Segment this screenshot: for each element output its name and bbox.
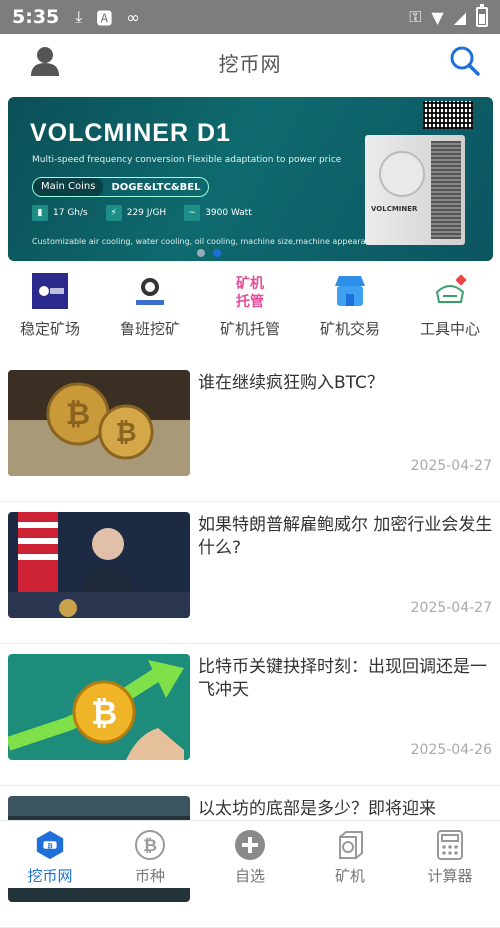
- key-icon: ⚿: [409, 7, 422, 26]
- user-avatar-icon[interactable]: [28, 44, 62, 78]
- news-thumbnail: ₿: [8, 654, 190, 760]
- pager-dot-active[interactable]: [213, 249, 221, 257]
- signal-icon: ◢: [453, 7, 466, 27]
- banner-specs: ▮ 17 Gh/s ⚡ 229 J/GH ~ 3900 Watt: [32, 205, 252, 221]
- spec-hashrate-value: 17 Gh/s: [53, 208, 88, 218]
- app-bar: 挖币网: [0, 34, 500, 90]
- banner-pager[interactable]: [197, 249, 221, 257]
- mining-chip-icon: ₿: [34, 829, 66, 861]
- news-title: 如果特朗普解雇鲍威尔 加密行业会发生什么?: [198, 515, 493, 558]
- shortcut-trade[interactable]: 矿机交易: [302, 272, 398, 344]
- shortcut-label: 工具中心: [419, 320, 480, 338]
- tab-watchlist[interactable]: 自选: [205, 821, 295, 888]
- banner-coins: Main Coins DOGE&LTC&BEL: [32, 177, 210, 197]
- app-title: 挖币网: [218, 51, 282, 76]
- mining-farm-logo-icon: [31, 272, 69, 310]
- wifi-icon: ▼: [431, 7, 444, 27]
- svg-text:₿: ₿: [143, 836, 157, 856]
- tab-label: 自选: [234, 867, 265, 885]
- miner-box-icon: [334, 829, 366, 861]
- shortcut-hosting[interactable]: 矿机 托管 矿机托管: [202, 272, 298, 344]
- bitcoin-icon: ₿: [134, 829, 166, 861]
- news-date: 2025-04-27: [410, 600, 492, 616]
- tab-home[interactable]: ₿ 挖币网: [5, 821, 95, 888]
- link-icon: ∞: [126, 7, 140, 27]
- miner-grill: [431, 141, 461, 239]
- miner-brand: VOLCMINER: [371, 205, 418, 213]
- shortcut-grid: 稳定矿场 鲁班挖矿 矿机 托管 矿机托管 矿机交易 工具中心: [0, 272, 500, 344]
- luban-mining-logo-icon: [131, 272, 169, 310]
- qr-code-icon: [423, 101, 473, 129]
- news-thumbnail: [8, 512, 190, 618]
- spec-power: ~ 3900 Watt: [184, 205, 252, 221]
- shortcut-label: 稳定矿场: [19, 320, 80, 338]
- shortcut-luban-mining[interactable]: 鲁班挖矿: [102, 272, 198, 344]
- svg-text:₿: ₿: [115, 418, 136, 448]
- hosting-icon: 矿机 托管: [231, 272, 269, 310]
- svg-text:托管: 托管: [236, 293, 264, 310]
- shortcut-label: 鲁班挖矿: [119, 320, 180, 338]
- add-circle-icon: [234, 829, 266, 861]
- chart-icon: ▮: [32, 205, 48, 221]
- calculator-icon: [434, 829, 466, 861]
- tab-label: 矿机: [334, 867, 365, 885]
- news-item[interactable]: 如果特朗普解雇鲍威尔 加密行业会发生什么? 2025-04-27: [0, 502, 500, 644]
- fan-icon: [379, 151, 425, 197]
- pulse-icon: ~: [184, 205, 201, 221]
- news-item[interactable]: ₿ 比特币关键抉择时刻：出现回调还是一飞冲天 2025-04-26: [0, 644, 500, 786]
- tools-icon: [431, 272, 469, 310]
- tab-label: 币种: [134, 867, 165, 885]
- shortcut-stable-farm[interactable]: 稳定矿场: [2, 272, 98, 344]
- font-icon: 🅰: [96, 9, 113, 28]
- svg-text:₿: ₿: [47, 842, 53, 850]
- tab-label: 挖币网: [27, 867, 73, 885]
- news-item[interactable]: ₿ ₿ 谁在继续疯狂购入BTC？ 2025-04-27: [0, 360, 500, 502]
- shortcut-label: 矿机交易: [319, 320, 380, 338]
- coins-value: DOGE&LTC&BEL: [111, 181, 201, 193]
- search-icon[interactable]: [448, 44, 482, 78]
- news-title: 谁在继续疯狂购入BTC？: [198, 373, 384, 393]
- status-bar: 5:35 ⤓ 🅰 ∞ ⚿ ▼ ◢: [0, 0, 500, 34]
- shortcut-label: 矿机托管: [219, 320, 280, 338]
- news-date: 2025-04-26: [410, 742, 492, 758]
- battery-icon: [476, 4, 488, 27]
- svg-text:₿: ₿: [66, 397, 90, 432]
- tab-miners[interactable]: 矿机: [305, 821, 395, 888]
- tab-calculator[interactable]: 计算器: [405, 821, 495, 888]
- tab-label: 计算器: [427, 867, 473, 885]
- banner-footer: Customizable air cooling, water cooling,…: [32, 237, 398, 246]
- promo-banner[interactable]: VOLCMINER D1 Multi-speed frequency conve…: [8, 97, 493, 261]
- status-time: 5:35: [12, 6, 60, 28]
- bottom-tab-bar: ₿ 挖币网 ₿ 币种 自选 矿机 计算器: [0, 820, 500, 888]
- tab-coins[interactable]: ₿ 币种: [105, 821, 195, 888]
- svg-text:₿: ₿: [91, 694, 117, 732]
- banner-title: VOLCMINER D1: [30, 119, 231, 147]
- download-icon: ⤓: [75, 7, 83, 26]
- store-icon: [331, 272, 369, 310]
- news-title: 比特币关键抉择时刻：出现回调还是一飞冲天: [198, 657, 487, 700]
- miner-image: VOLCMINER: [365, 135, 465, 245]
- spec-efficiency-value: 229 J/GH: [126, 208, 167, 218]
- coins-label: Main Coins: [33, 178, 104, 196]
- pager-dot[interactable]: [197, 249, 205, 257]
- news-date: 2025-04-27: [410, 458, 492, 474]
- spec-power-value: 3900 Watt: [205, 208, 252, 218]
- svg-text:矿机: 矿机: [236, 275, 264, 292]
- spec-efficiency: ⚡ 229 J/GH: [105, 205, 167, 221]
- shortcut-tools[interactable]: 工具中心: [402, 272, 498, 344]
- news-title: 以太坊的底部是多少？即将迎来: [198, 799, 436, 819]
- banner-subtitle: Multi-speed frequency conversion Flexibl…: [32, 155, 342, 165]
- spec-hashrate: ▮ 17 Gh/s: [32, 205, 88, 221]
- news-thumbnail: ₿ ₿: [8, 370, 190, 476]
- bolt-icon: ⚡: [105, 205, 122, 221]
